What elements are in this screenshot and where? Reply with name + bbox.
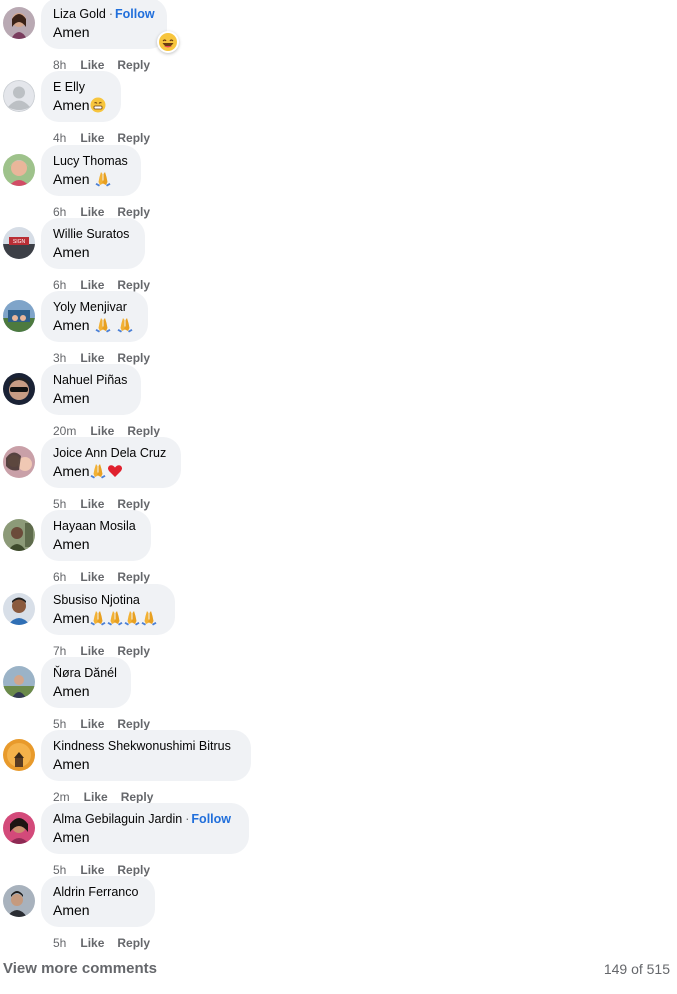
comment-item: Yoly Menjivar Amen 3h Like Reply (0, 291, 677, 373)
commenter-name[interactable]: Sbusiso Njotina (53, 593, 140, 607)
commenter-name[interactable]: Joice Ann Dela Cruz (53, 446, 166, 460)
praying-hands-emoji-icon (141, 610, 157, 630)
praying-hands-emoji-icon (124, 610, 140, 630)
separator-dot: · (185, 812, 190, 826)
praying-hands-emoji-icon (90, 610, 106, 630)
commenter-name[interactable]: Yoly Menjivar (53, 300, 127, 314)
comment-text: Amen (53, 463, 90, 479)
comment-item: Aldrin Ferranco Amen 5h Like Reply (0, 876, 677, 958)
comment-text: Amen (53, 97, 90, 113)
follow-button[interactable]: Follow (191, 812, 231, 826)
comment-count: 149 of 515 (603, 961, 670, 977)
comment-time[interactable]: 4h (53, 130, 66, 146)
reply-button[interactable]: Reply (117, 643, 150, 659)
like-button[interactable]: Like (80, 130, 104, 146)
commenter-name[interactable]: Aldrin Ferranco (53, 885, 138, 899)
separator-dot: · (108, 7, 113, 21)
reply-button[interactable]: Reply (117, 569, 150, 585)
avatar[interactable] (3, 154, 35, 186)
comment-item: Alma Gebilaguin Jardin · Follow Amen 5h Lik… (0, 803, 677, 885)
comment-bubble: Ňøra Dănél Amen (41, 657, 131, 708)
praying-hands-emoji-icon (117, 317, 133, 337)
comment-text: Amen (53, 829, 90, 845)
commenter-name[interactable]: Willie Suratos (53, 227, 129, 241)
comment-actions: 4h Like Reply (53, 130, 150, 146)
avatar[interactable] (3, 7, 35, 39)
avatar[interactable] (3, 446, 35, 478)
like-button[interactable]: Like (80, 569, 104, 585)
praying-hands-emoji-icon (95, 171, 111, 191)
avatar[interactable] (3, 812, 35, 844)
commenter-name[interactable]: Liza Gold (53, 7, 106, 21)
commenter-name[interactable]: Kindness Shekwonushimi Bitrus (53, 739, 231, 753)
commenter-name[interactable]: Alma Gebilaguin Jardin (53, 812, 182, 826)
comment-bubble: Liza Gold · Follow Amen (41, 0, 167, 49)
comment-actions: 5h Like Reply (53, 935, 150, 951)
comment-item: Hayaan Mosila Amen 6h Like Reply (0, 510, 677, 592)
avatar[interactable]: SIGN (3, 227, 35, 259)
comment-item: E Elly Amen 4h Like Reply (0, 71, 677, 153)
view-more-comments-link[interactable]: View more comments (3, 960, 157, 977)
avatar[interactable] (3, 739, 35, 771)
laughing-reaction-icon[interactable] (157, 31, 179, 53)
comment-text: Amen (53, 902, 90, 918)
commenter-name[interactable]: E Elly (53, 80, 85, 94)
reply-button[interactable]: Reply (117, 935, 150, 951)
red-heart-emoji-icon (107, 463, 123, 483)
svg-text:SIGN: SIGN (13, 239, 26, 245)
avatar[interactable] (3, 80, 35, 112)
comment-bubble: Yoly Menjivar Amen (41, 291, 148, 342)
comment-text: Amen (53, 610, 90, 626)
commenter-name[interactable]: Lucy Thomas (53, 154, 128, 168)
comment-bubble: Hayaan Mosila Amen (41, 510, 151, 561)
comment-item: SIGN Willie Suratos Amen 6h Like Reply (0, 218, 677, 300)
comment-item: Lucy Thomas Amen 6h Like Reply (0, 145, 677, 227)
avatar[interactable] (3, 666, 35, 698)
comment-bubble: Lucy Thomas Amen (41, 145, 141, 196)
comment-text: Amen (53, 756, 90, 772)
comment-item: Kindness Shekwonushimi Bitrus Amen 2m Lik… (0, 730, 677, 812)
reply-button[interactable]: Reply (117, 57, 150, 73)
reply-button[interactable]: Reply (117, 130, 150, 146)
avatar[interactable] (3, 300, 35, 332)
commenter-name[interactable]: Ňøra Dănél (53, 666, 117, 680)
avatar[interactable] (3, 593, 35, 625)
comment-item: Sbusiso Njotina Amen 7h Like Reply (0, 584, 677, 666)
comment-text: Amen (53, 244, 90, 260)
grimace-emoji-icon (90, 97, 106, 117)
avatar[interactable] (3, 519, 35, 551)
comment-item: Nahuel Piñas Amen 20m Like Reply (0, 364, 677, 446)
comment-text: Amen (53, 171, 94, 187)
avatar[interactable] (3, 885, 35, 917)
avatar[interactable] (3, 373, 35, 405)
comment-item: Liza Gold · Follow Amen 8h Like Reply (0, 0, 677, 80)
comment-item: Joice Ann Dela Cruz Amen 5h Like Reply (0, 437, 677, 519)
comment-time[interactable]: 6h (53, 569, 66, 585)
praying-hands-emoji-icon (95, 317, 111, 337)
comment-bubble: Alma Gebilaguin Jardin · Follow Amen (41, 803, 249, 854)
like-button[interactable]: Like (80, 935, 104, 951)
commenter-name[interactable]: Nahuel Piñas (53, 373, 127, 387)
comment-bubble: Nahuel Piñas Amen (41, 364, 141, 415)
commenter-name[interactable]: Hayaan Mosila (53, 519, 136, 533)
comment-actions: 6h Like Reply (53, 569, 150, 585)
comment-text: Amen (53, 683, 90, 699)
comment-bubble: Kindness Shekwonushimi Bitrus Amen (41, 730, 251, 781)
comment-bubble: Joice Ann Dela Cruz Amen (41, 437, 181, 488)
comment-text: Amen (53, 390, 90, 406)
follow-button[interactable]: Follow (115, 7, 155, 21)
praying-hands-emoji-icon (90, 463, 106, 483)
comment-item: Ňøra Dănél Amen 5h Like Reply (0, 657, 677, 739)
comment-text: Amen (53, 536, 90, 552)
praying-hands-emoji-icon (107, 610, 123, 630)
comment-bubble: Sbusiso Njotina Amen (41, 584, 175, 635)
comment-bubble: Willie Suratos Amen (41, 218, 145, 269)
comment-bubble: Aldrin Ferranco Amen (41, 876, 155, 927)
comment-text: Amen (53, 24, 90, 40)
comment-bubble: E Elly Amen (41, 71, 121, 122)
comment-text: Amen (53, 317, 94, 333)
comment-time[interactable]: 5h (53, 935, 66, 951)
